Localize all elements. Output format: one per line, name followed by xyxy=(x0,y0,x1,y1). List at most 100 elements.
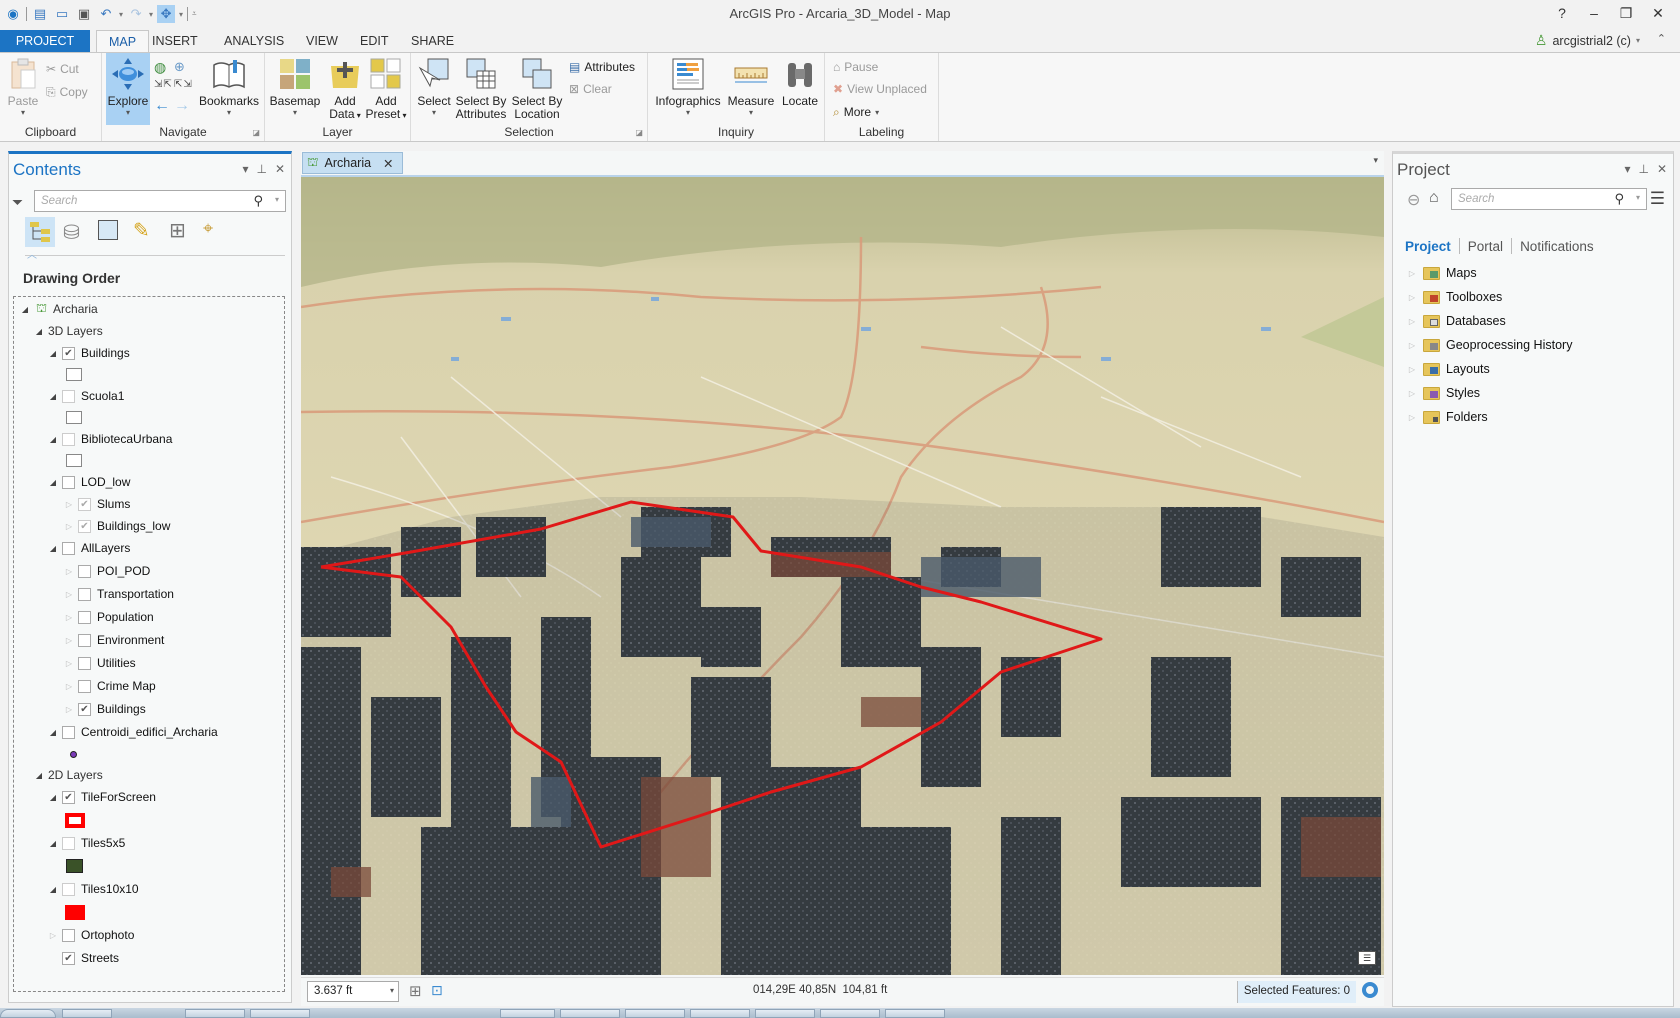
layer-item[interactable]: ▷ Population xyxy=(64,606,154,628)
symbol-swatch[interactable] xyxy=(66,411,82,424)
layer-item[interactable]: ▷ Crime Map xyxy=(64,675,156,697)
layer-item[interactable]: ◢ Scuola1 xyxy=(48,385,124,407)
search-options-icon[interactable]: ▾ xyxy=(1636,193,1640,202)
minimize-button[interactable]: ‒ xyxy=(1578,3,1610,23)
previous-extent-icon[interactable]: ← xyxy=(154,97,170,115)
full-extent-icon[interactable]: ◍ xyxy=(154,59,166,76)
layer-visibility-checkbox[interactable] xyxy=(78,679,91,693)
pin-icon[interactable]: ⊥ xyxy=(256,162,266,176)
taskbar-app[interactable] xyxy=(560,1009,620,1018)
tree-group-3d-layers[interactable]: ◢ 3D Layers xyxy=(34,320,103,342)
tree-group-2d-layers[interactable]: ◢ 2D Layers xyxy=(34,764,103,786)
list-by-selection-icon[interactable] xyxy=(98,220,118,240)
scale-selector[interactable]: 3.637 ft ▾ xyxy=(307,981,399,1002)
project-item-styles[interactable]: ▷ Styles xyxy=(1407,382,1480,404)
expand-icon[interactable]: ▷ xyxy=(64,500,74,509)
expand-icon[interactable]: ▷ xyxy=(64,682,74,691)
collapse-icon[interactable]: ◢ xyxy=(34,771,44,780)
collapse-icon[interactable]: ◢ xyxy=(48,728,58,737)
restore-button[interactable]: ❐ xyxy=(1610,3,1642,23)
expand-icon[interactable]: ▷ xyxy=(1407,293,1417,302)
map-canvas[interactable]: ☰ xyxy=(301,175,1384,975)
taskbar-app[interactable] xyxy=(755,1009,815,1018)
layer-visibility-checkbox[interactable] xyxy=(62,475,75,489)
attributes-button[interactable]: ▤ Attributes xyxy=(569,57,635,77)
search-icon[interactable]: ⚲ xyxy=(1614,191,1624,207)
list-by-labeling-icon[interactable]: ⌖ xyxy=(203,218,213,239)
layer-visibility-checkbox[interactable] xyxy=(78,633,91,647)
layer-item[interactable]: ◢ Tiles10x10 xyxy=(48,878,139,900)
selection-launcher-icon[interactable]: ◪ xyxy=(635,128,643,137)
layer-item[interactable]: ▷ Ortophoto xyxy=(48,924,134,946)
tab-insert[interactable]: INSERT xyxy=(140,30,210,52)
layer-visibility-checkbox[interactable] xyxy=(78,587,91,601)
layer-visibility-checkbox[interactable] xyxy=(78,610,91,624)
search-icon[interactable]: ⚲ xyxy=(253,193,263,209)
layer-visibility-checkbox[interactable] xyxy=(62,389,75,403)
measure-button[interactable]: Measure ▾ xyxy=(726,57,776,118)
tab-project[interactable]: PROJECT xyxy=(0,30,90,52)
paste-button[interactable]: Paste ▾ xyxy=(6,57,40,118)
close-button[interactable]: ✕ xyxy=(1642,3,1674,23)
next-extent-icon[interactable]: → xyxy=(174,97,190,115)
layer-item[interactable]: ◢ Centroidi_edifici_Archaria xyxy=(48,721,218,743)
refresh-drawing-icon[interactable] xyxy=(1362,982,1378,998)
project-item-geoprocessing-history[interactable]: ▷ Geoprocessing History xyxy=(1407,334,1573,356)
taskbar-app[interactable] xyxy=(885,1009,945,1018)
collapse-icon[interactable]: ◢ xyxy=(48,793,58,802)
taskbar-app[interactable] xyxy=(820,1009,880,1018)
layer-visibility-checkbox[interactable] xyxy=(62,541,75,555)
layer-item[interactable]: ▷ Environment xyxy=(64,629,164,651)
zoom-to-selection-icon[interactable]: ⊕ xyxy=(174,59,185,75)
tab-project[interactable]: Project xyxy=(1405,239,1451,254)
expand-icon[interactable]: ▷ xyxy=(1407,317,1417,326)
layer-visibility-checkbox[interactable] xyxy=(62,928,75,942)
layer-item[interactable]: ◢ ✔ TileForScreen xyxy=(48,786,156,808)
menu-icon[interactable]: ☰ xyxy=(1650,189,1665,209)
expand-icon[interactable]: ▷ xyxy=(64,705,74,714)
layer-item[interactable]: ▷ Utilities xyxy=(64,652,136,674)
point-symbol-swatch[interactable] xyxy=(70,751,77,758)
layer-visibility-checkbox[interactable] xyxy=(62,836,75,850)
tab-analysis[interactable]: ANALYSIS xyxy=(212,30,296,52)
layer-item[interactable]: ◢ Tiles5x5 xyxy=(48,832,125,854)
layer-item[interactable]: ▷ POI_POD xyxy=(64,560,150,582)
start-button[interactable] xyxy=(0,1009,56,1018)
layer-visibility-checkbox[interactable]: ✔ xyxy=(62,951,75,965)
snapping-icon[interactable]: ⊞ xyxy=(409,982,422,1000)
layer-item[interactable]: ▷ ✔ Slums xyxy=(64,493,130,515)
view-list-dropdown-icon[interactable]: ▾ xyxy=(1373,155,1378,166)
contents-search-input[interactable]: Search ⚲ ▾ xyxy=(34,190,286,212)
project-item-maps[interactable]: ▷ Maps xyxy=(1407,262,1477,284)
layer-item[interactable]: ▷ ✔ Buildings xyxy=(64,698,146,720)
taskbar-app[interactable] xyxy=(690,1009,750,1018)
list-by-data-source-icon[interactable]: ⛁ xyxy=(63,220,80,245)
layer-item[interactable]: ◢ ✔ Buildings xyxy=(48,342,130,364)
view-unplaced-button[interactable]: ✖ View Unplaced xyxy=(833,79,927,99)
copy-button[interactable]: ⎘ Copy xyxy=(46,82,88,102)
expand-icon[interactable]: ▷ xyxy=(48,931,58,940)
bookmarks-button[interactable]: Bookmarks ▾ xyxy=(198,57,260,118)
expand-icon[interactable]: ▷ xyxy=(64,590,74,599)
selected-features-count[interactable]: Selected Features: 0 xyxy=(1236,981,1356,1003)
expand-icon[interactable]: ▷ xyxy=(64,613,74,622)
expand-icon[interactable]: ▷ xyxy=(1407,365,1417,374)
tab-portal[interactable]: Portal xyxy=(1468,239,1503,254)
select-by-attributes-button[interactable]: Select By Attributes xyxy=(455,57,507,121)
pane-options-icon[interactable]: ▾ xyxy=(1624,162,1630,176)
help-button[interactable]: ? xyxy=(1546,3,1578,23)
grid-snap-icon[interactable]: ⊡ xyxy=(431,982,443,999)
collapse-ribbon-icon[interactable]: ⌃ xyxy=(1657,32,1666,45)
taskbar-app[interactable] xyxy=(625,1009,685,1018)
locate-button[interactable]: Locate xyxy=(780,57,820,108)
tab-edit[interactable]: EDIT xyxy=(348,30,400,52)
layer-item[interactable]: ▷ ✔ Buildings_low xyxy=(64,515,170,537)
search-options-icon[interactable]: ▾ xyxy=(275,195,279,204)
fixed-zoom-out-icon[interactable]: ⇱⇲ xyxy=(174,79,193,90)
symbol-swatch[interactable] xyxy=(65,813,85,828)
collapse-icon[interactable]: ◢ xyxy=(48,544,58,553)
expand-icon[interactable]: ▷ xyxy=(1407,389,1417,398)
project-item-toolboxes[interactable]: ▷ Toolboxes xyxy=(1407,286,1502,308)
project-item-folders[interactable]: ▷ Folders xyxy=(1407,406,1488,428)
basemap-button[interactable]: Basemap ▾ xyxy=(269,57,321,118)
